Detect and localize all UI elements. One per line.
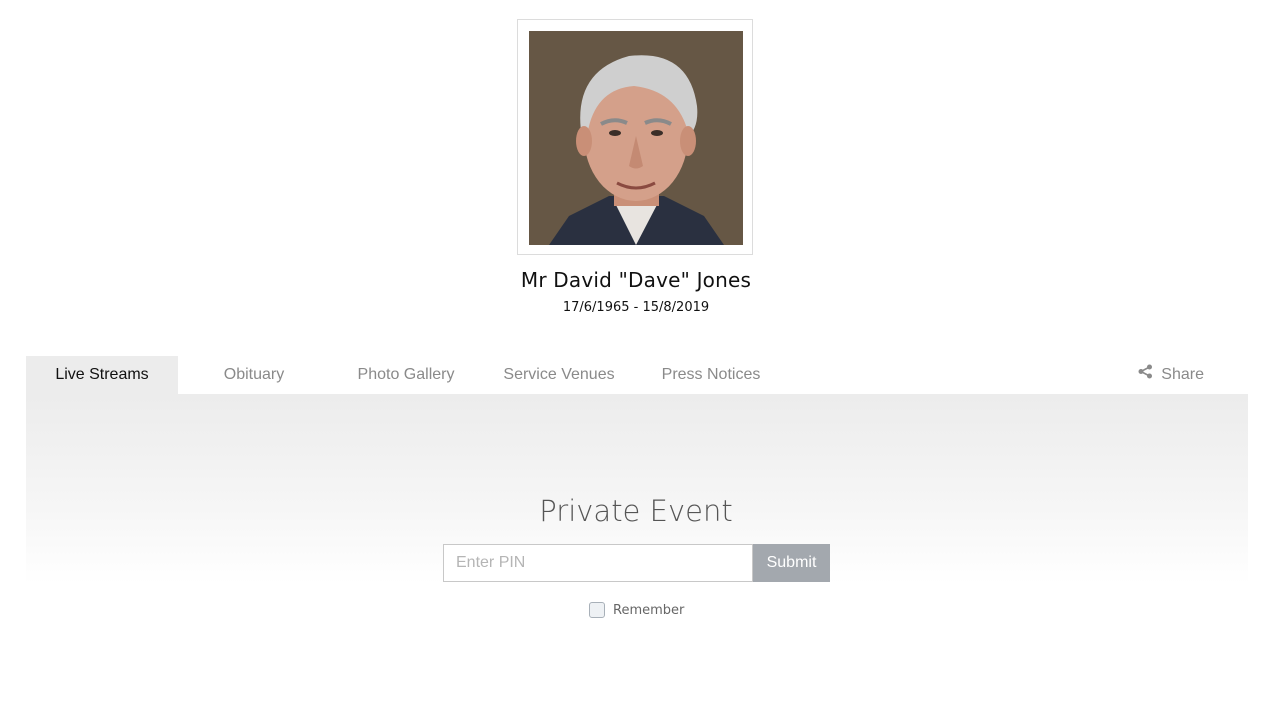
submit-button[interactable]: Submit [753, 544, 830, 582]
share-button[interactable]: Share [1138, 356, 1204, 394]
share-icon [1138, 356, 1161, 394]
tab-press-notices[interactable]: Press Notices [636, 356, 786, 394]
memorial-page: Mr David "Dave" Jones 17/6/1965 - 15/8/2… [0, 0, 1280, 720]
tab-photo-gallery[interactable]: Photo Gallery [330, 356, 482, 394]
portrait-frame [517, 19, 753, 255]
deceased-name: Mr David "Dave" Jones [520, 268, 752, 292]
life-dates: 17/6/1965 - 15/8/2019 [562, 300, 710, 315]
share-label: Share [1161, 366, 1204, 383]
tab-bar: Live Streams Obituary Photo Gallery Serv… [26, 356, 1248, 394]
remember-checkbox[interactable] [589, 602, 605, 618]
remember-option[interactable]: Remember [589, 602, 684, 618]
tab-obituary[interactable]: Obituary [178, 356, 330, 394]
private-event-title: Private Event [539, 494, 733, 528]
pin-input[interactable] [443, 544, 753, 582]
tab-live-streams[interactable]: Live Streams [26, 356, 178, 394]
tab-service-venues[interactable]: Service Venues [482, 356, 636, 394]
portrait-photo [529, 31, 743, 245]
remember-label: Remember [613, 602, 685, 618]
